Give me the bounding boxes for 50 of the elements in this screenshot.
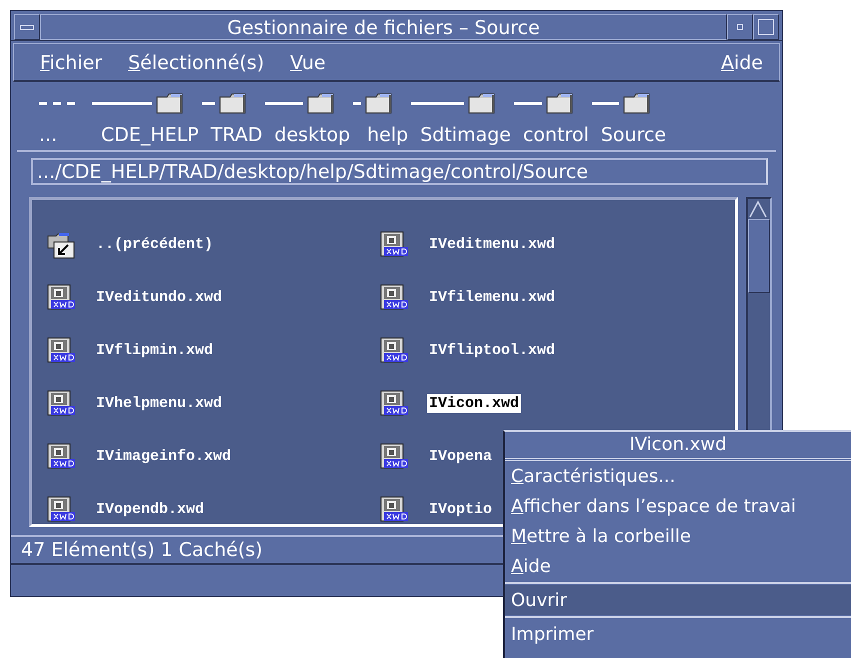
image-file-icon[interactable] <box>46 494 76 524</box>
image-file-icon[interactable] <box>379 230 409 260</box>
file-name[interactable]: IVfilemenu.xwd <box>427 288 558 307</box>
path-field[interactable]: .../CDE_HELP/TRAD/desktop/help/Sdtimage/control/Source <box>31 158 768 185</box>
folder-icon[interactable] <box>466 91 497 115</box>
scroll-up-icon[interactable] <box>748 199 768 219</box>
menu-item[interactable]: Fichier <box>40 52 102 74</box>
menu-item[interactable]: Ouvrir <box>505 585 851 615</box>
file-name[interactable]: IVflipmin.xwd <box>94 341 216 360</box>
file-name[interactable]: IVfliptool.xwd <box>427 341 558 360</box>
maximize-button[interactable] <box>753 14 779 40</box>
file-name[interactable]: IVhelpmenu.xwd <box>94 394 224 413</box>
image-file-icon[interactable] <box>46 282 76 312</box>
file-name[interactable]: ..(précédent) <box>94 235 216 254</box>
path-segment[interactable]: CDE_HELP <box>101 124 199 146</box>
path-segment[interactable]: Source <box>600 124 666 146</box>
folder-icon[interactable] <box>306 91 336 115</box>
file-name[interactable]: IVeditmenu.xwd <box>427 235 558 254</box>
image-file-icon[interactable] <box>379 282 409 312</box>
scroll-thumb[interactable] <box>748 219 770 293</box>
menu-item[interactable]: Vue <box>290 52 326 74</box>
image-file-icon[interactable] <box>46 388 76 418</box>
file-name[interactable]: IVicon.xwd <box>427 394 522 413</box>
path-segment[interactable]: TRAD <box>210 124 262 146</box>
menu-item[interactable]: Aide <box>720 52 763 74</box>
path-segment[interactable]: desktop <box>274 124 350 146</box>
minimize-button[interactable] <box>727 14 753 40</box>
folder-icon[interactable] <box>154 91 185 115</box>
file-name[interactable]: IVeditundo.xwd <box>94 288 224 307</box>
path-segment[interactable]: Sdtimage <box>420 124 511 146</box>
folder-icon[interactable] <box>544 91 575 115</box>
folder-icon[interactable] <box>364 91 394 115</box>
folder-icon[interactable] <box>622 91 652 115</box>
window-title: Gestionnaire de fichiers – Source <box>40 14 727 40</box>
file-name[interactable]: IVopendb.xwd <box>94 500 206 519</box>
path-segment[interactable]: help <box>367 124 408 146</box>
image-file-icon[interactable] <box>379 336 409 366</box>
folder-icon[interactable] <box>218 91 248 115</box>
image-file-icon[interactable] <box>379 442 409 472</box>
menu-item[interactable]: Sélectionné(s) <box>128 52 264 74</box>
file-name[interactable]: IVoptio <box>427 500 494 519</box>
path-segment[interactable]: control <box>522 124 589 146</box>
image-file-icon[interactable] <box>379 494 409 524</box>
file-name[interactable]: IVimageinfo.xwd <box>94 447 234 466</box>
image-file-icon[interactable] <box>46 336 76 366</box>
file-name[interactable]: IVopena <box>427 447 494 466</box>
path-segment[interactable]: ... <box>39 124 58 146</box>
window-menu-button[interactable] <box>14 14 40 40</box>
image-file-icon[interactable] <box>46 442 76 472</box>
image-file-icon[interactable] <box>379 388 409 418</box>
